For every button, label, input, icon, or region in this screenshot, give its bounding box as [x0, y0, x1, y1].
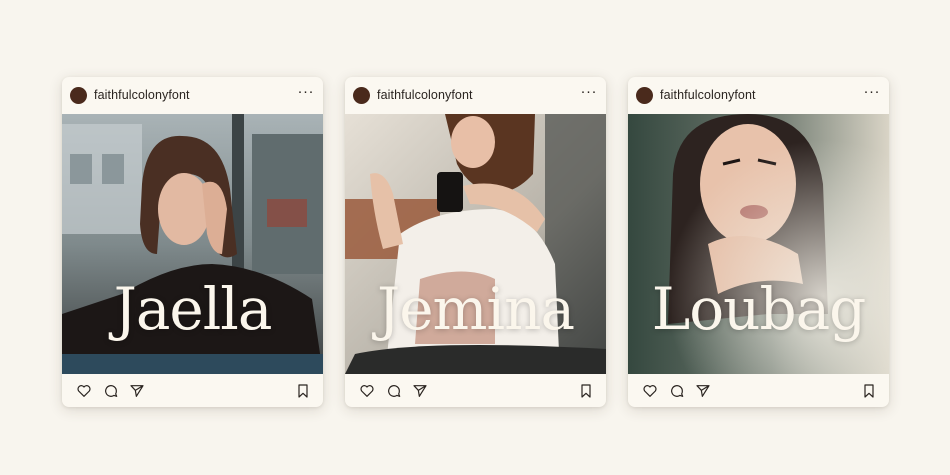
heart-icon[interactable] — [359, 383, 375, 399]
post-actions — [628, 374, 889, 407]
bookmark-icon[interactable] — [861, 383, 877, 399]
font-sample-word: Loubag — [651, 275, 867, 343]
comment-icon[interactable] — [386, 383, 402, 399]
post-photo[interactable]: Jaella — [62, 114, 323, 374]
post-photo[interactable]: Loubag — [628, 114, 889, 374]
more-options-icon[interactable]: ··· — [298, 84, 315, 99]
bookmark-icon[interactable] — [578, 383, 594, 399]
username[interactable]: faithfulcolonyfont — [660, 88, 756, 102]
post-actions — [62, 374, 323, 407]
avatar[interactable] — [636, 87, 653, 104]
post-actions — [345, 374, 606, 407]
post-header: faithfulcolonyfont ··· — [628, 77, 889, 114]
username[interactable]: faithfulcolonyfont — [377, 88, 473, 102]
avatar[interactable] — [70, 87, 87, 104]
instagram-post-jemina: faithfulcolonyfont ··· Jemina — [345, 77, 606, 407]
send-icon[interactable] — [695, 383, 711, 399]
post-header: faithfulcolonyfont ··· — [62, 77, 323, 114]
more-options-icon[interactable]: ··· — [864, 84, 881, 99]
heart-icon[interactable] — [76, 383, 92, 399]
post-photo[interactable]: Jemina — [345, 114, 606, 374]
font-sample-word: Jemina — [376, 275, 575, 343]
heart-icon[interactable] — [642, 383, 658, 399]
instagram-post-jaella: faithfulcolonyfont ··· Jaella — [62, 77, 323, 407]
send-icon[interactable] — [412, 383, 428, 399]
post-header: faithfulcolonyfont ··· — [345, 77, 606, 114]
instagram-post-loubag: faithfulcolonyfont ··· Loubag — [628, 77, 889, 407]
username[interactable]: faithfulcolonyfont — [94, 88, 190, 102]
font-sample-word: Jaella — [113, 275, 273, 343]
avatar[interactable] — [353, 87, 370, 104]
more-options-icon[interactable]: ··· — [581, 84, 598, 99]
comment-icon[interactable] — [669, 383, 685, 399]
comment-icon[interactable] — [103, 383, 119, 399]
send-icon[interactable] — [129, 383, 145, 399]
bookmark-icon[interactable] — [295, 383, 311, 399]
